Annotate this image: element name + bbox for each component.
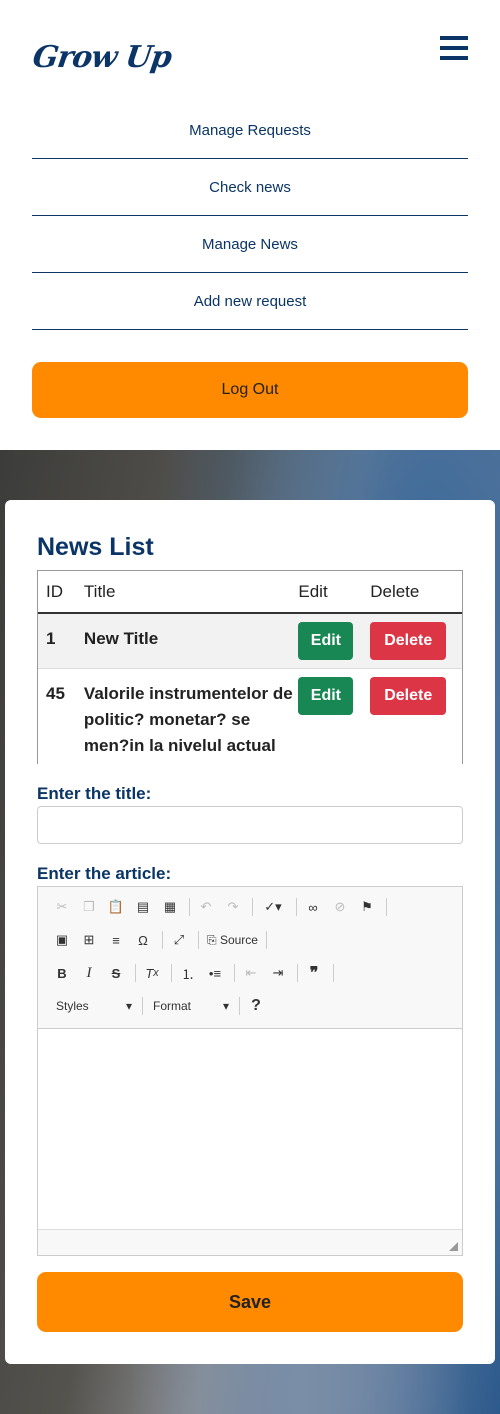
header-delete: Delete (370, 581, 420, 601)
bulleted-list-icon[interactable]: •≡ (203, 961, 227, 985)
header-title: Title (83, 581, 116, 601)
paste-word-icon[interactable]: ▦ (158, 895, 182, 919)
delete-button[interactable]: Delete (370, 677, 447, 715)
news-card: News List ID Title Edit Delete 1 New Tit… (5, 500, 495, 1364)
editor-footer (38, 1229, 462, 1255)
table-row: 1 New Title Edit Delete (38, 614, 462, 669)
anchor-flag-icon[interactable]: ⚑ (355, 895, 379, 919)
nav-item-manage-requests[interactable]: Manage Requests (32, 102, 468, 159)
paste-icon[interactable]: 📋 (104, 895, 128, 919)
cell-title: Valorile instrumentelor de politic? mone… (83, 684, 293, 755)
horizontal-line-icon[interactable]: ≡ (104, 928, 128, 952)
page-title: News List (37, 533, 154, 561)
cell-id: 1 (46, 629, 56, 648)
link-icon[interactable]: ∞ (301, 895, 325, 919)
title-input[interactable] (37, 806, 463, 844)
styles-dropdown[interactable]: Styles ▾ (50, 994, 138, 1018)
italic-icon[interactable]: I (77, 961, 101, 985)
news-table: ID Title Edit Delete 1 New Title Edit De… (37, 570, 463, 764)
nav-item-check-news[interactable]: Check news (32, 159, 468, 216)
table-header: ID Title Edit Delete (38, 571, 462, 614)
spellcheck-icon[interactable]: ✓▾ (257, 895, 289, 919)
save-button[interactable]: Save (37, 1272, 463, 1332)
logo[interactable]: Grow Up (31, 40, 174, 75)
table-row: 45 Valorile instrumentelor de politic? m… (38, 669, 462, 764)
cut-icon[interactable]: ✂ (50, 895, 74, 919)
image-icon[interactable]: ▣ (50, 928, 74, 952)
cell-title: New Title (83, 629, 159, 648)
header-id: ID (46, 581, 63, 601)
redo-icon[interactable]: ↷ (221, 895, 245, 919)
help-icon[interactable]: ? (244, 994, 268, 1018)
cell-id: 45 (46, 684, 65, 703)
dropdown-arrow-icon: ▾ (222, 999, 229, 1013)
special-char-icon[interactable]: Ω (131, 928, 155, 952)
maximize-icon[interactable]: ⤢ (167, 928, 191, 952)
resize-handle-icon[interactable] (449, 1242, 458, 1251)
undo-icon[interactable]: ↶ (194, 895, 218, 919)
paste-text-icon[interactable]: ▤ (131, 895, 155, 919)
hamburger-menu-icon[interactable] (440, 36, 468, 60)
nav-item-add-new-request[interactable]: Add new request (32, 273, 468, 330)
unlink-icon[interactable]: ⊘ (328, 895, 352, 919)
source-button[interactable]: ⎘ Source (203, 928, 262, 952)
delete-button[interactable]: Delete (370, 622, 447, 660)
main-nav: Manage Requests Check news Manage News A… (32, 102, 468, 330)
article-label: Enter the article: (37, 864, 172, 883)
indent-icon[interactable]: ⇥ (266, 961, 290, 985)
bold-icon[interactable]: B (50, 961, 74, 985)
app-header: Grow Up Manage Requests Check news Manag… (0, 0, 500, 450)
nav-item-manage-news[interactable]: Manage News (32, 216, 468, 273)
numbered-list-icon[interactable]: ⒈ (176, 961, 200, 985)
strike-icon[interactable]: S (104, 961, 128, 985)
logout-button[interactable]: Log Out (32, 362, 468, 418)
rich-text-editor: ✂ ❐ 📋 ▤ ▦ ↶ ↷ ✓▾ ∞ ⊘ ⚑ ▣ ⊞ ≡ Ω ⤢ ⎘ Sourc… (37, 886, 463, 1256)
source-icon: ⎘ (207, 932, 220, 947)
editor-toolbar: ✂ ❐ 📋 ▤ ▦ ↶ ↷ ✓▾ ∞ ⊘ ⚑ ▣ ⊞ ≡ Ω ⤢ ⎘ Sourc… (38, 887, 462, 1029)
copy-icon[interactable]: ❐ (77, 895, 101, 919)
edit-button[interactable]: Edit (298, 622, 354, 660)
blockquote-icon[interactable]: ❞ (302, 961, 326, 985)
format-dropdown[interactable]: Format ▾ (147, 994, 235, 1018)
dropdown-arrow-icon: ▾ (125, 999, 132, 1013)
editor-content-area[interactable] (38, 1029, 462, 1229)
edit-button[interactable]: Edit (298, 677, 354, 715)
header-edit: Edit (298, 581, 328, 601)
table-icon[interactable]: ⊞ (77, 928, 101, 952)
title-label: Enter the title: (37, 784, 152, 803)
outdent-icon[interactable]: ⇤ (239, 961, 263, 985)
remove-format-icon[interactable]: Tx (140, 961, 164, 985)
